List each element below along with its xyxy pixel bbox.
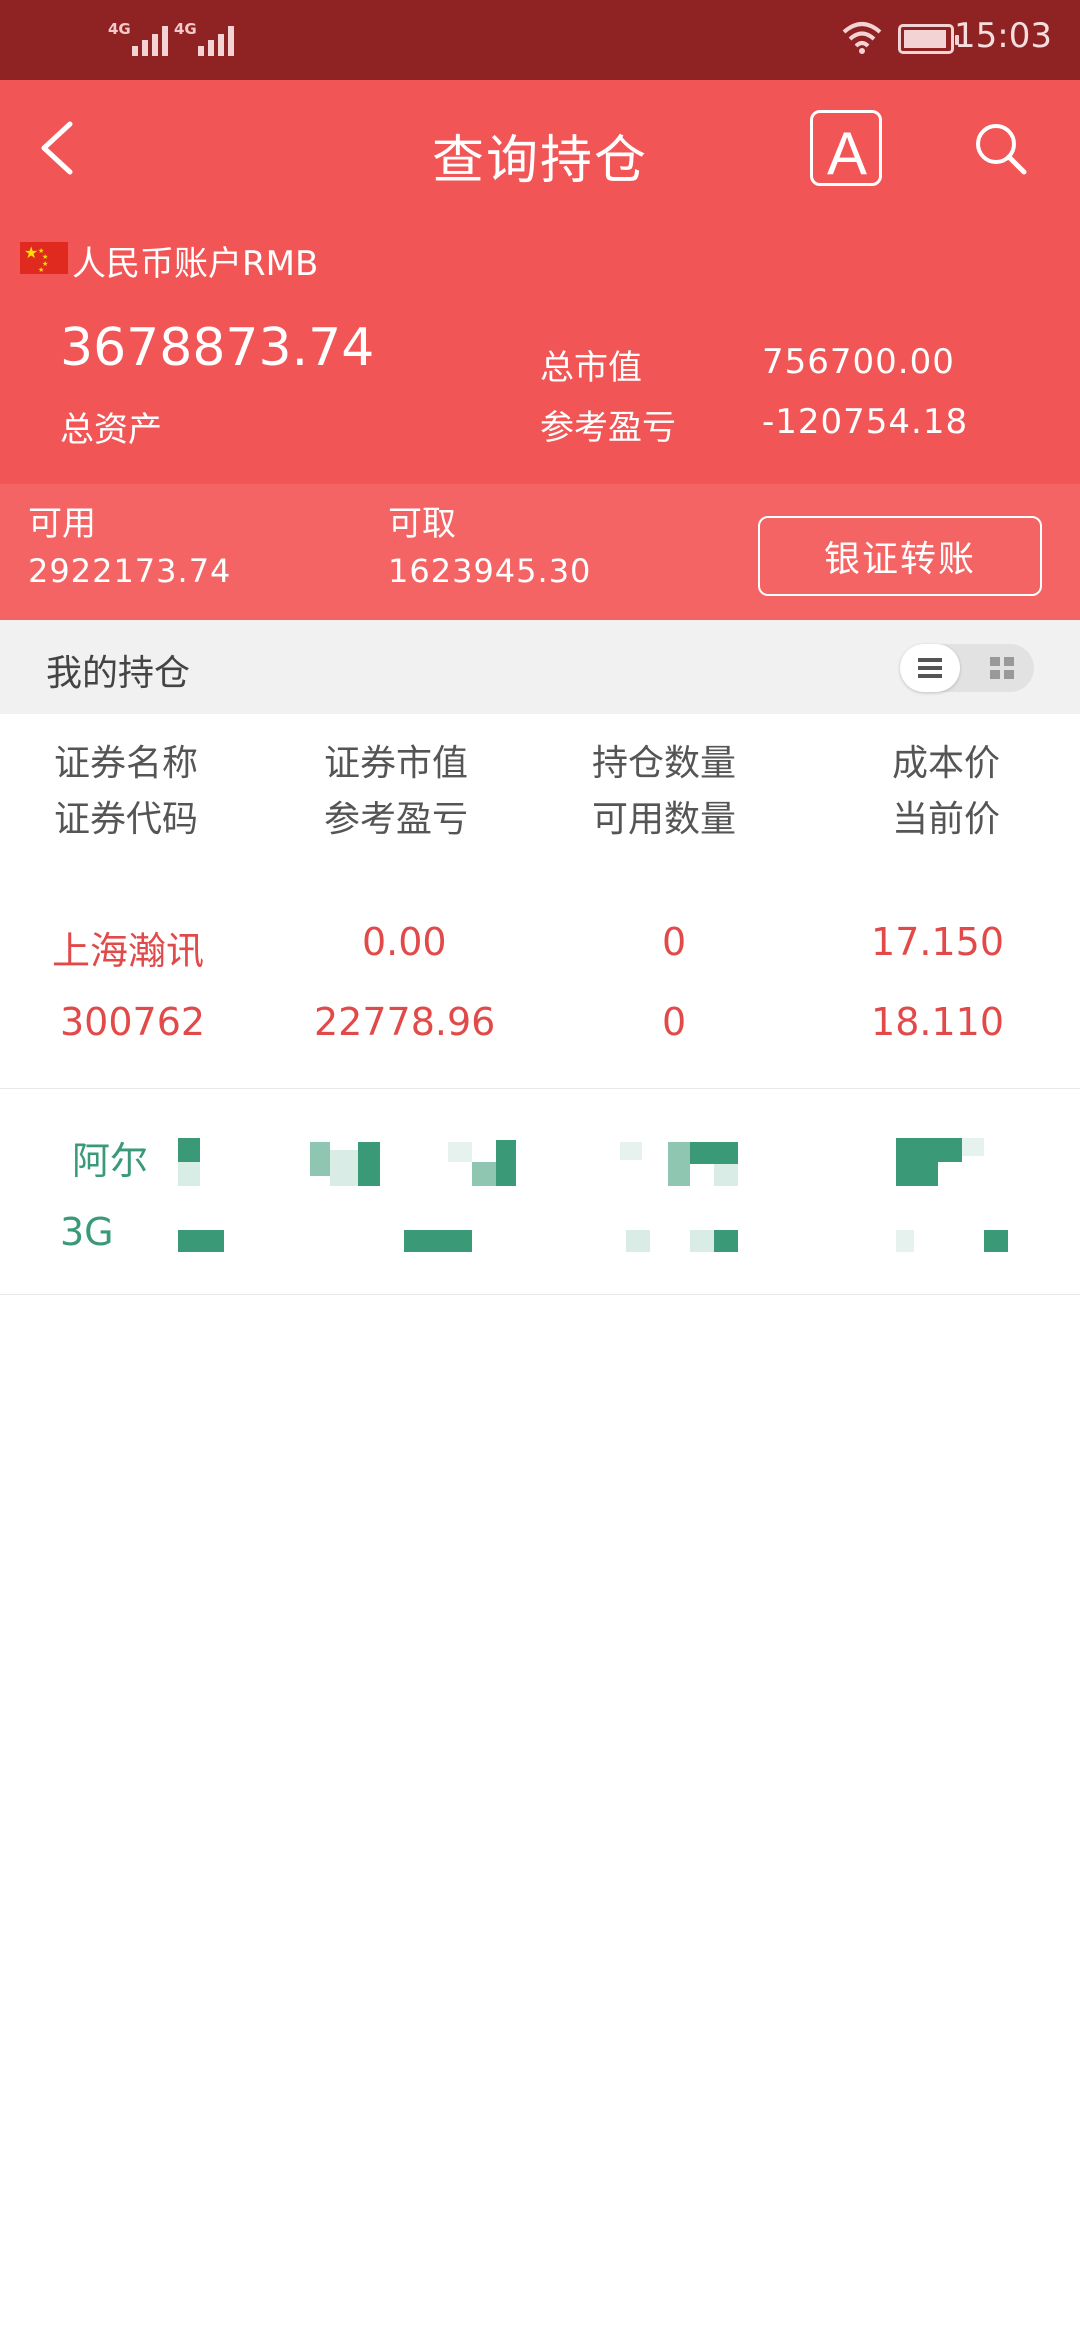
signal-indicator-2: 4G [174, 20, 197, 38]
market-value-value: 756700.00 [762, 342, 955, 382]
quantity: 0 [662, 920, 687, 964]
market-value: 0.00 [362, 920, 447, 964]
column-header-line: 成本价 [891, 743, 1000, 784]
china-flag-icon: ★ ★ ★ ★ ★ [20, 242, 68, 274]
withdrawable-value: 1623945.30 [388, 552, 592, 590]
total-assets-label: 总资产 [60, 410, 162, 450]
stock-code: 300762 [60, 1000, 206, 1044]
network-type-label: 4G [174, 20, 197, 38]
battery-icon [898, 24, 959, 54]
current-price: 18.110 [871, 1000, 1004, 1044]
market-value-label: 总市值 [540, 348, 642, 388]
status-time: 15:03 [954, 16, 1052, 56]
bank-transfer-button[interactable]: 银证转账 [758, 516, 1042, 596]
column-header-line: 参考盈亏 [324, 799, 469, 840]
account-name[interactable]: 人民币账户RMB [72, 236, 318, 285]
signal-bars-icon [132, 22, 168, 56]
stock-name: 上海瀚讯 [52, 929, 205, 973]
stock-name: 阿尔 [72, 1139, 149, 1183]
column-header-line: 当前价 [891, 799, 1000, 840]
stock-code: 3G [60, 1210, 114, 1254]
view-toggle[interactable] [900, 644, 1034, 692]
available-label: 可用 [28, 504, 96, 544]
available-quantity: 0 [662, 1000, 687, 1044]
profit-value: -120754.18 [762, 402, 969, 442]
font-size-button[interactable]: A [810, 110, 882, 187]
column-header-value: 证券市值 参考盈亏 [324, 736, 468, 848]
wifi-icon [842, 22, 882, 54]
column-header-line: 证券名称 [54, 743, 199, 784]
signal-indicator-1: 4G [108, 20, 131, 38]
column-header-name: 证券名称 证券代码 [54, 736, 198, 848]
profit-label: 参考盈亏 [540, 408, 676, 448]
signal-bars-icon [198, 22, 234, 56]
row-divider [0, 1294, 1080, 1295]
column-header-line: 持仓数量 [592, 743, 737, 784]
row-divider [0, 1088, 1080, 1089]
cost-price: 17.150 [871, 920, 1004, 964]
search-icon[interactable] [972, 120, 1028, 176]
profit: 22778.96 [314, 1000, 496, 1044]
column-header-price: 成本价 当前价 [892, 736, 1000, 848]
column-header-line: 可用数量 [592, 799, 737, 840]
withdrawable-label: 可取 [388, 504, 456, 544]
total-assets-value: 3678873.74 [60, 318, 375, 378]
holdings-section-title: 我的持仓 [46, 653, 191, 694]
column-header-line: 证券市值 [324, 743, 469, 784]
column-header-quantity: 持仓数量 可用数量 [592, 736, 736, 848]
grid-view-icon[interactable] [988, 656, 1016, 680]
available-value: 2922173.74 [28, 552, 232, 590]
font-size-icon: A [827, 120, 868, 187]
page-title: 查询持仓 [431, 131, 648, 191]
table-row[interactable]: 上海瀚讯 300762 0.00 22778.96 0 0 17.150 18.… [0, 880, 1080, 1090]
column-header-line: 证券代码 [54, 799, 199, 840]
table-row[interactable]: 阿尔 3G [0, 1090, 1080, 1296]
network-type-label: 4G [108, 20, 131, 38]
list-view-icon[interactable] [916, 656, 944, 680]
